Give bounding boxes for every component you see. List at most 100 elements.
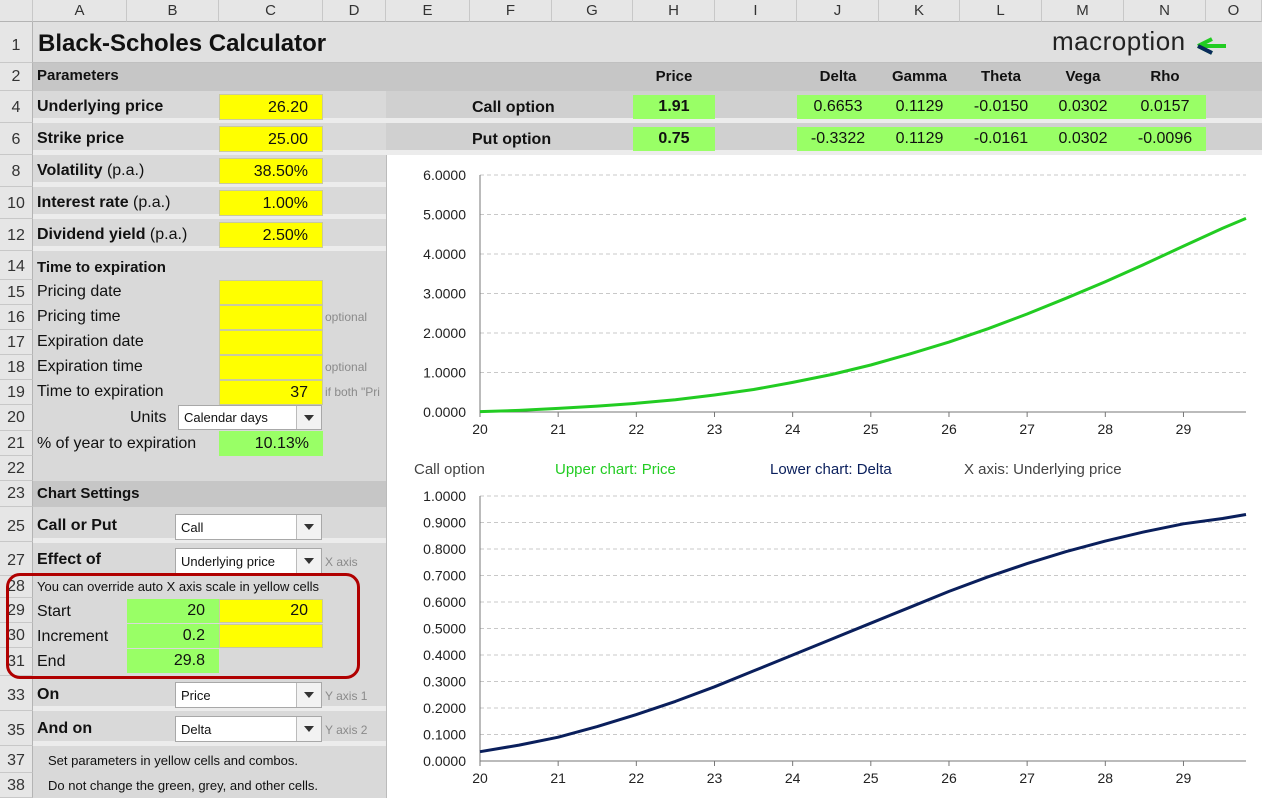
- delta-y-tick: 0.8000: [423, 541, 466, 557]
- price-series-line: [479, 217, 1247, 414]
- delta-x-tick: 28: [1098, 770, 1114, 786]
- col-header-m[interactable]: M: [1042, 0, 1124, 22]
- price-x-tick: 24: [785, 421, 801, 437]
- price-x-tick: 22: [629, 421, 645, 437]
- col-header-g[interactable]: G: [552, 0, 633, 22]
- delta-y-tick: 0.2000: [423, 700, 466, 716]
- row-header-20[interactable]: 20: [0, 405, 33, 431]
- on-combo[interactable]: Price: [175, 682, 322, 708]
- row-header-15[interactable]: 15: [0, 280, 33, 305]
- dividend-yield-input[interactable]: 2.50%: [219, 222, 323, 248]
- effect-of-label: Effect of: [37, 551, 101, 568]
- call-price-output: 1.91: [633, 95, 715, 119]
- call-or-put-combo[interactable]: Call: [175, 514, 322, 540]
- pricing-date-input[interactable]: [219, 280, 323, 305]
- row-header-12[interactable]: 12: [0, 219, 33, 251]
- row-header-19[interactable]: 19: [0, 380, 33, 405]
- strike-price-input[interactable]: 25.00: [219, 126, 323, 152]
- delta-x-tick: 23: [707, 770, 723, 786]
- col-header-a[interactable]: A: [33, 0, 127, 22]
- col-header-k[interactable]: K: [879, 0, 960, 22]
- chart-settings-header: Chart Settings: [37, 485, 140, 502]
- call-rho-output: 0.0157: [1124, 95, 1206, 119]
- row-header-4[interactable]: 4: [0, 91, 33, 123]
- delta-y-tick: 1.0000: [423, 488, 466, 504]
- pricing-time-input[interactable]: [219, 305, 323, 330]
- corner-cell[interactable]: [0, 0, 33, 22]
- legend-upper: Upper chart: Price: [555, 461, 676, 478]
- col-header-o[interactable]: O: [1206, 0, 1262, 22]
- chevron-down-icon[interactable]: [296, 683, 321, 707]
- time-to-expiration-input[interactable]: 37: [219, 380, 323, 405]
- col-header-i[interactable]: I: [715, 0, 797, 22]
- chevron-down-icon[interactable]: [296, 515, 321, 539]
- row-header-38[interactable]: 38: [0, 773, 33, 798]
- call-gamma-output: 0.1129: [879, 95, 960, 119]
- chevron-down-icon[interactable]: [296, 717, 321, 741]
- row-header-35[interactable]: 35: [0, 711, 33, 746]
- effect-of-value: Underlying price: [181, 554, 275, 569]
- header-theta: Theta: [980, 68, 1021, 85]
- delta-x-tick: 21: [550, 770, 566, 786]
- row-header-8[interactable]: 8: [0, 155, 33, 187]
- highlight-box: [6, 573, 360, 679]
- row-header-14[interactable]: 14: [0, 251, 33, 280]
- row-header-17[interactable]: 17: [0, 330, 33, 355]
- if-both-note: if both "Pri: [325, 385, 380, 399]
- row-header-25[interactable]: 25: [0, 507, 33, 542]
- underlying-price-input[interactable]: 26.20: [219, 94, 323, 120]
- row-header-21[interactable]: 21: [0, 431, 33, 456]
- price-y-tick: 0.0000: [423, 404, 466, 420]
- and-on-combo[interactable]: Delta: [175, 716, 322, 742]
- col-header-n[interactable]: N: [1124, 0, 1206, 22]
- col-header-j[interactable]: J: [797, 0, 879, 22]
- chevron-down-icon[interactable]: [296, 406, 321, 429]
- row-header-23[interactable]: 23: [0, 481, 33, 507]
- price-y-tick: 1.0000: [423, 365, 466, 381]
- put-gamma-output: 0.1129: [879, 127, 960, 151]
- price-x-tick: 21: [550, 421, 566, 437]
- col-header-f[interactable]: F: [470, 0, 552, 22]
- interest-rate-label: Interest rate (p.a.): [37, 194, 170, 212]
- expiration-time-input[interactable]: [219, 355, 323, 380]
- logo-text: macroption: [1052, 26, 1186, 56]
- volatility-label: Volatility (p.a.): [37, 162, 144, 180]
- col-header-b[interactable]: B: [127, 0, 219, 22]
- row-header-6[interactable]: 6: [0, 123, 33, 155]
- row-header-33[interactable]: 33: [0, 676, 33, 711]
- call-option-label: Call option: [472, 99, 555, 116]
- x-axis-note: X axis: [325, 555, 358, 569]
- put-vega-output: 0.0302: [1042, 127, 1124, 151]
- volatility-input[interactable]: 38.50%: [219, 158, 323, 184]
- delta-chart[interactable]: 0.0000 0.1000 0.2000 0.3000 0.4000 0.5000 0.60…: [386, 484, 1262, 798]
- interest-rate-input[interactable]: 1.00%: [219, 190, 323, 216]
- col-header-l[interactable]: L: [960, 0, 1042, 22]
- col-header-c[interactable]: C: [219, 0, 323, 22]
- time-header: Time to expiration: [37, 259, 166, 276]
- price-x-tick: 26: [941, 421, 957, 437]
- expiration-date-input[interactable]: [219, 330, 323, 355]
- volatility-label-text: Volatility: [37, 162, 103, 179]
- units-combo[interactable]: Calendar days: [178, 405, 322, 430]
- price-chart[interactable]: 0.0000 1.0000 2.0000 3.0000 4.0000 5.0000 6.00…: [386, 160, 1262, 450]
- row-header-18[interactable]: 18: [0, 355, 33, 380]
- parameters-header: Parameters: [37, 67, 119, 84]
- col-header-e[interactable]: E: [386, 0, 470, 22]
- col-header-h[interactable]: H: [633, 0, 715, 22]
- effect-of-combo[interactable]: Underlying price: [175, 548, 322, 574]
- separator: [33, 118, 386, 123]
- chevron-down-icon[interactable]: [296, 549, 321, 573]
- row-header-16[interactable]: 16: [0, 305, 33, 330]
- row-header-2[interactable]: 2: [0, 63, 33, 91]
- col-header-d[interactable]: D: [323, 0, 386, 22]
- units-label: Units: [130, 409, 167, 426]
- header-vega: Vega: [1065, 68, 1101, 85]
- row-header-22[interactable]: 22: [0, 456, 33, 481]
- delta-x-tick: 26: [941, 770, 957, 786]
- row-header-10[interactable]: 10: [0, 187, 33, 219]
- delta-y-tick: 0.7000: [423, 568, 466, 584]
- separator: [33, 214, 386, 219]
- row-header-1[interactable]: 1: [0, 22, 33, 63]
- row-header-37[interactable]: 37: [0, 746, 33, 773]
- row-header-27[interactable]: 27: [0, 542, 33, 576]
